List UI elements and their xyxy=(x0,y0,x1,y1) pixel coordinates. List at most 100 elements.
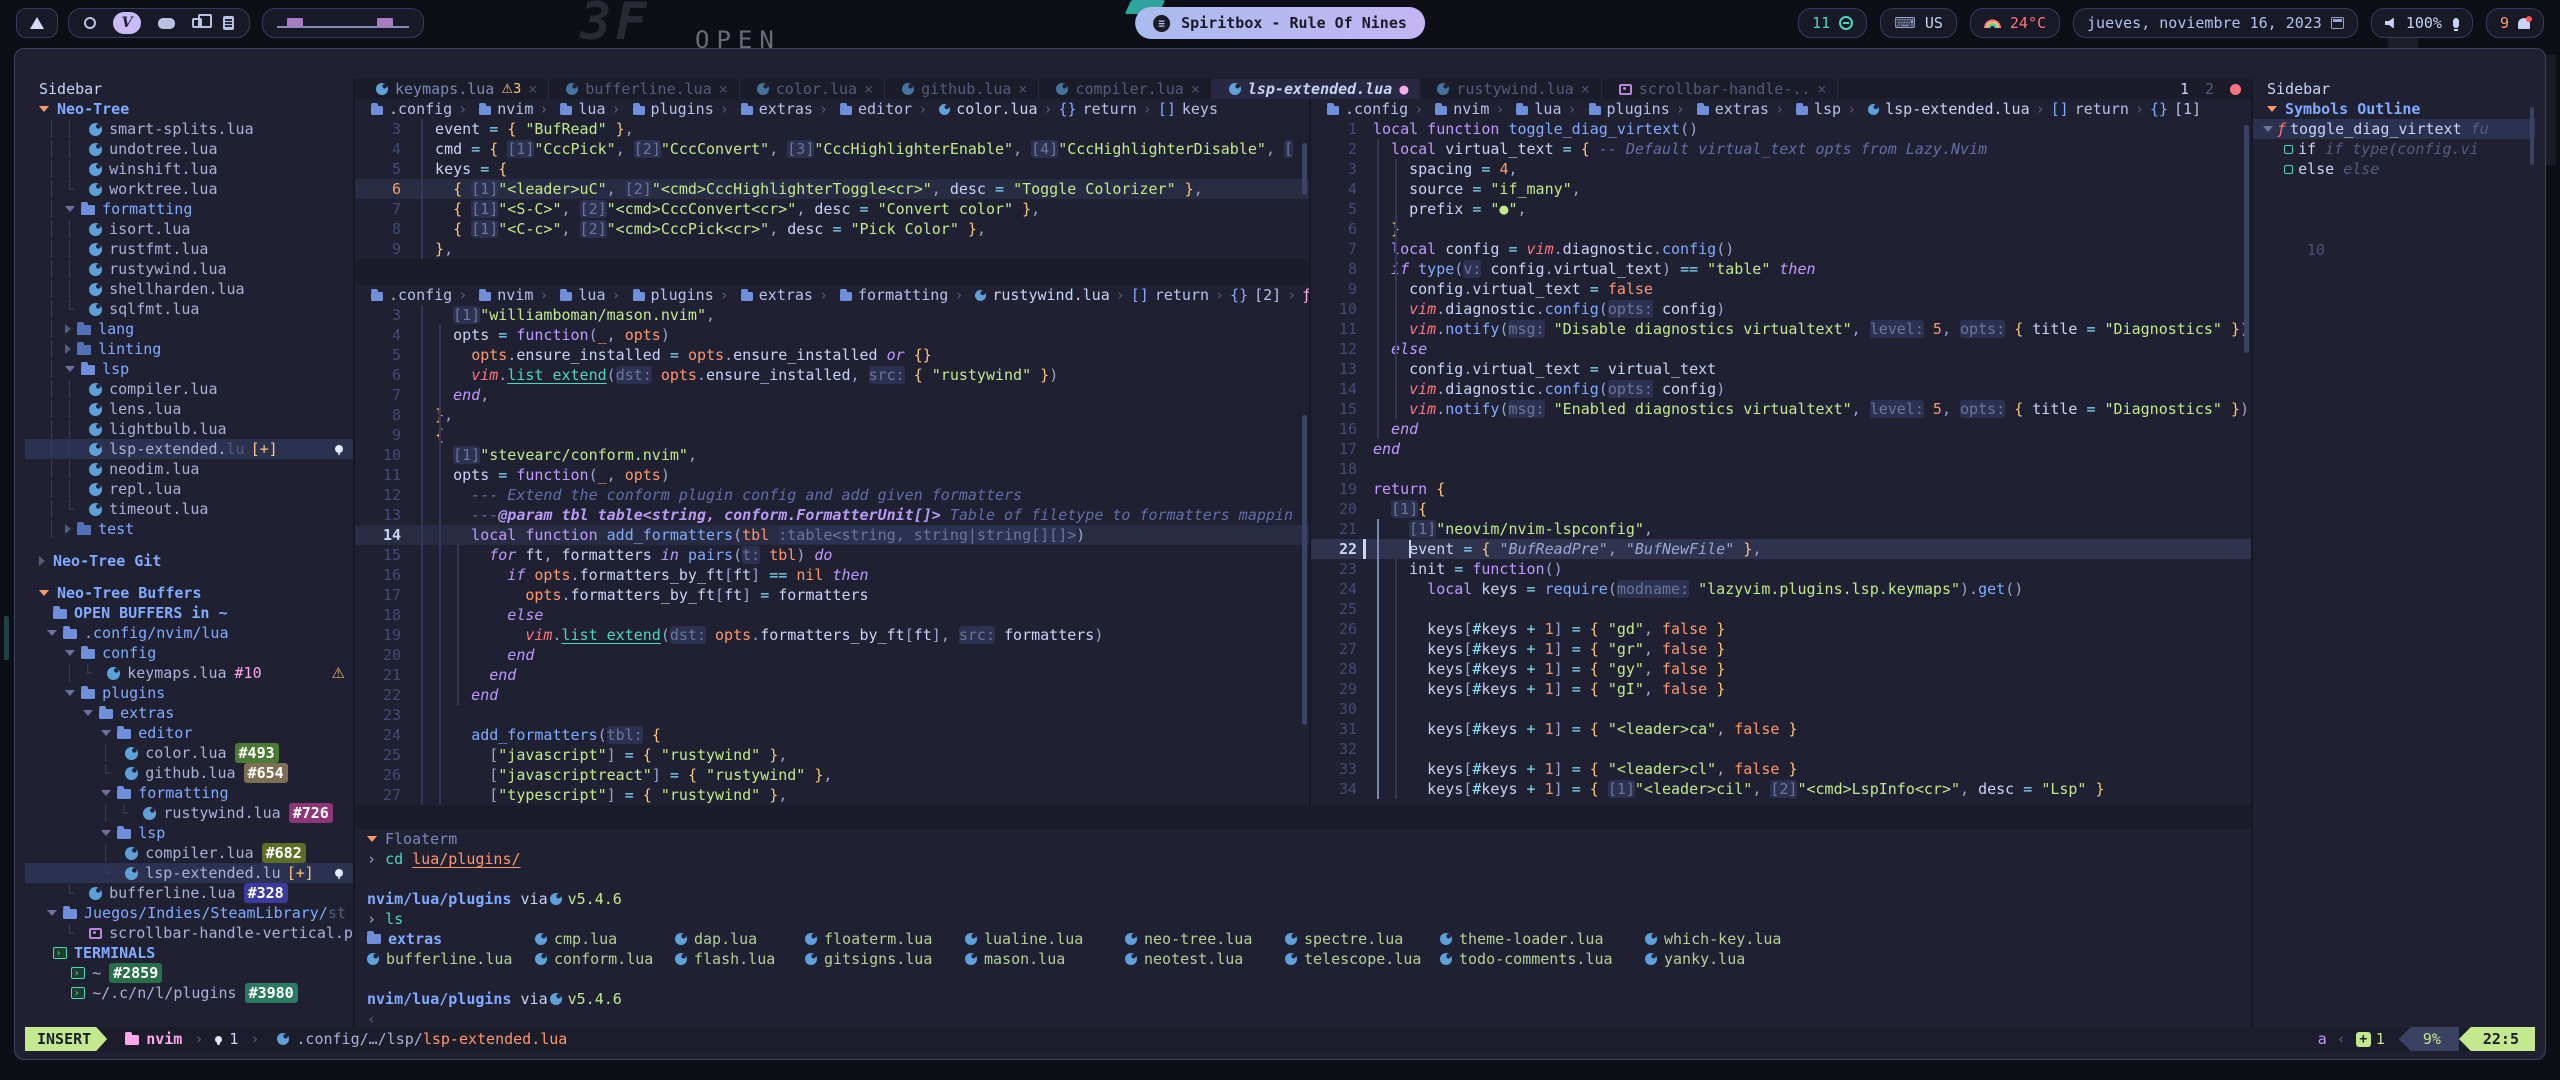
code-line[interactable]: 5 opts.ensure_installed = opts.ensure_in… xyxy=(355,345,1309,365)
scrollbar-thumb[interactable] xyxy=(1302,415,1307,725)
tree-item[interactable]: │ lsp xyxy=(25,359,353,379)
tree-item[interactable]: editor xyxy=(25,723,353,743)
tree-item[interactable]: └ github.lua#654 xyxy=(25,763,353,783)
load-widget[interactable]: 11 xyxy=(1798,8,1867,38)
chevron-down-icon[interactable] xyxy=(101,830,111,836)
tree-item[interactable]: └ lsp-extended.lu[+] xyxy=(25,863,353,883)
code-line[interactable]: 28 keys[#keys + 1] = { "gy", false } xyxy=(1311,659,2251,679)
workspace-games-icon[interactable] xyxy=(158,18,175,29)
code-line[interactable]: 16 if opts.formatters_by_ft[ft] == nil t… xyxy=(355,565,1309,585)
close-icon[interactable]: × xyxy=(1581,80,1590,98)
workspace-vim-icon-active[interactable]: V xyxy=(113,12,141,34)
tree-item[interactable]: │ │ lightbulb.lua xyxy=(25,419,353,439)
tree-item[interactable]: │ │ smart-splits.lua xyxy=(25,119,353,139)
code-line[interactable]: 10 vim.diagnostic.config(opts: config) xyxy=(1311,299,2251,319)
code-line[interactable]: 23 init = function() xyxy=(1311,559,2251,579)
chevron-down-icon[interactable] xyxy=(39,590,49,596)
notifications-widget[interactable]: 9 xyxy=(2486,8,2544,38)
tree-item[interactable]: .config/nvim/lua xyxy=(25,623,353,643)
code-line[interactable]: 7 end, xyxy=(355,385,1309,405)
tree-item[interactable]: │ compiler.lua#682 xyxy=(25,843,353,863)
code-line[interactable]: 16 end xyxy=(1311,419,2251,439)
tree-item[interactable]: │ color.lua#493 xyxy=(25,743,353,763)
close-icon[interactable]: × xyxy=(528,80,537,98)
chevron-right-icon[interactable] xyxy=(65,324,71,334)
code-line[interactable]: 6 { [1]"<leader>uC", [2]"<cmd>CccHighlig… xyxy=(355,179,1309,199)
code-line[interactable]: 5 keys = { xyxy=(355,159,1309,179)
chevron-down-icon[interactable] xyxy=(101,730,111,736)
weather-widget[interactable]: 24°C xyxy=(1970,8,2060,38)
tree-item[interactable]: │ linting xyxy=(25,339,353,359)
editor-pane-color-lua[interactable]: 3 event = { "BufRead" },4 cmd = { [1]"Cc… xyxy=(355,119,1309,259)
tree-item[interactable]: Juegos/Indies/SteamLibrary/st xyxy=(25,903,353,923)
symbols-outline-sidebar[interactable]: Sidebar Symbols Outline ƒtoggle_diag_vir… xyxy=(2251,79,2535,1027)
code-line[interactable]: 11 opts = function(_, opts) xyxy=(355,465,1309,485)
code-line[interactable]: 13 ---@param tbl table<string, conform.F… xyxy=(355,505,1309,525)
tree-item[interactable]: │ │ shellharden.lua xyxy=(25,279,353,299)
volume-widget[interactable]: 100% xyxy=(2371,8,2473,38)
breadcrumb-segment[interactable]: plugins xyxy=(1607,99,1670,119)
tree-item[interactable]: ~#2859 xyxy=(25,963,353,983)
breadcrumb-segment[interactable]: plugins xyxy=(651,99,714,119)
code-line[interactable]: 30 xyxy=(1311,699,2251,719)
code-line[interactable]: 7 local config = vim.diagnostic.config() xyxy=(1311,239,2251,259)
tree-item[interactable]: ~/.c/n/l/plugins#3980 xyxy=(25,983,353,1003)
code-line[interactable]: 5 prefix = "●", xyxy=(1311,199,2251,219)
tree-item[interactable]: │ │ repl.lua xyxy=(25,479,353,499)
code-line[interactable]: 21 [1]"neovim/nvim-lspconfig", xyxy=(1311,519,2251,539)
tree-item[interactable]: └ bufferline.lua#328 xyxy=(25,883,353,903)
keyboard-layout-widget[interactable]: ⌨ US xyxy=(1880,8,1957,38)
tree-item[interactable]: │ └ timeout.lua xyxy=(25,499,353,519)
code-line[interactable]: 22 event = { "BufReadPre", "BufNewFile" … xyxy=(1311,539,2251,559)
code-line[interactable]: 17 opts.formatters_by_ft[ft] = formatter… xyxy=(355,585,1309,605)
tree-item[interactable]: │ │ undotree.lua xyxy=(25,139,353,159)
code-line[interactable]: 22 end xyxy=(355,685,1309,705)
neotree-section-header[interactable]: Neo-Tree Buffers xyxy=(25,583,353,603)
tree-item[interactable]: │ │ compiler.lua xyxy=(25,379,353,399)
tree-item[interactable]: │ test xyxy=(25,519,353,539)
chevron-down-icon[interactable] xyxy=(39,106,49,112)
tree-item[interactable]: formatting xyxy=(25,783,353,803)
code-line[interactable]: 24 add_formatters(tbl: { xyxy=(355,725,1309,745)
symbols-outline-header[interactable]: Symbols Outline xyxy=(2253,99,2535,119)
code-line[interactable]: 32 xyxy=(1311,739,2251,759)
breadcrumb-segment[interactable]: return xyxy=(1155,285,1209,305)
scrollbar-thumb[interactable] xyxy=(1302,143,1307,195)
tab-lsp-extended.lua[interactable]: lsp-extended.lua● xyxy=(1212,79,1421,99)
close-icon[interactable]: × xyxy=(864,80,873,98)
chevron-right-icon[interactable] xyxy=(65,524,71,534)
breadcrumb-segment[interactable]: nvim xyxy=(1453,99,1489,119)
neotree-section-header[interactable]: Neo-Tree Git xyxy=(25,551,353,571)
workspace-switcher[interactable]: V xyxy=(68,8,250,38)
chevron-down-icon[interactable] xyxy=(65,690,75,696)
breadcrumb-segment[interactable]: return xyxy=(2075,99,2129,119)
breadcrumb-segment[interactable]: lua xyxy=(578,285,605,305)
tree-item[interactable]: │ │ winshift.lua xyxy=(25,159,353,179)
code-line[interactable]: 3 event = { "BufRead" }, xyxy=(355,119,1309,139)
music-player-widget[interactable]: ≡ Spiritbox - Rule Of Nines xyxy=(1135,7,1425,39)
chevron-right-icon[interactable] xyxy=(39,556,45,566)
tree-item[interactable]: plugins xyxy=(25,683,353,703)
tree-item[interactable]: │ └ rustywind.lua#726 xyxy=(25,803,353,823)
floaterm-terminal[interactable]: Floaterm › cd lua/plugins/nvim/lua/plugi… xyxy=(355,829,2251,1027)
code-line[interactable]: 14 vim.diagnostic.config(opts: config) xyxy=(1311,379,2251,399)
breadcrumb-segment[interactable]: return xyxy=(1083,99,1137,119)
code-line[interactable]: 26 ["javascriptreact"] = { "rustywind" }… xyxy=(355,765,1309,785)
code-line[interactable]: 23 xyxy=(355,705,1309,725)
tree-item[interactable]: │ │ isort.lua xyxy=(25,219,353,239)
tab-color.lua[interactable]: color.lua× xyxy=(740,79,885,99)
close-icon[interactable]: × xyxy=(1018,80,1027,98)
breadcrumb-segment[interactable]: .config xyxy=(389,99,452,119)
tree-item[interactable]: │ │ rustfmt.lua xyxy=(25,239,353,259)
tabpage-other[interactable]: 2 xyxy=(2205,80,2214,98)
scrollbar-thumb[interactable] xyxy=(2530,107,2534,165)
code-line[interactable]: 29 keys[#keys + 1] = { "gI", false } xyxy=(1311,679,2251,699)
tabpage-current[interactable]: 1 xyxy=(2180,80,2189,98)
code-line[interactable]: 3 spacing = 4, xyxy=(1311,159,2251,179)
tree-item[interactable]: config xyxy=(25,643,353,663)
tab-bufferline.lua[interactable]: bufferline.lua× xyxy=(549,79,739,99)
tree-item[interactable]: │ └ keymaps.lua#10⚠ xyxy=(25,663,353,683)
breadcrumb-segment[interactable]: extras xyxy=(1715,99,1769,119)
chevron-down-icon[interactable] xyxy=(65,650,75,656)
breadcrumb-segment[interactable]: formatting xyxy=(858,285,948,305)
